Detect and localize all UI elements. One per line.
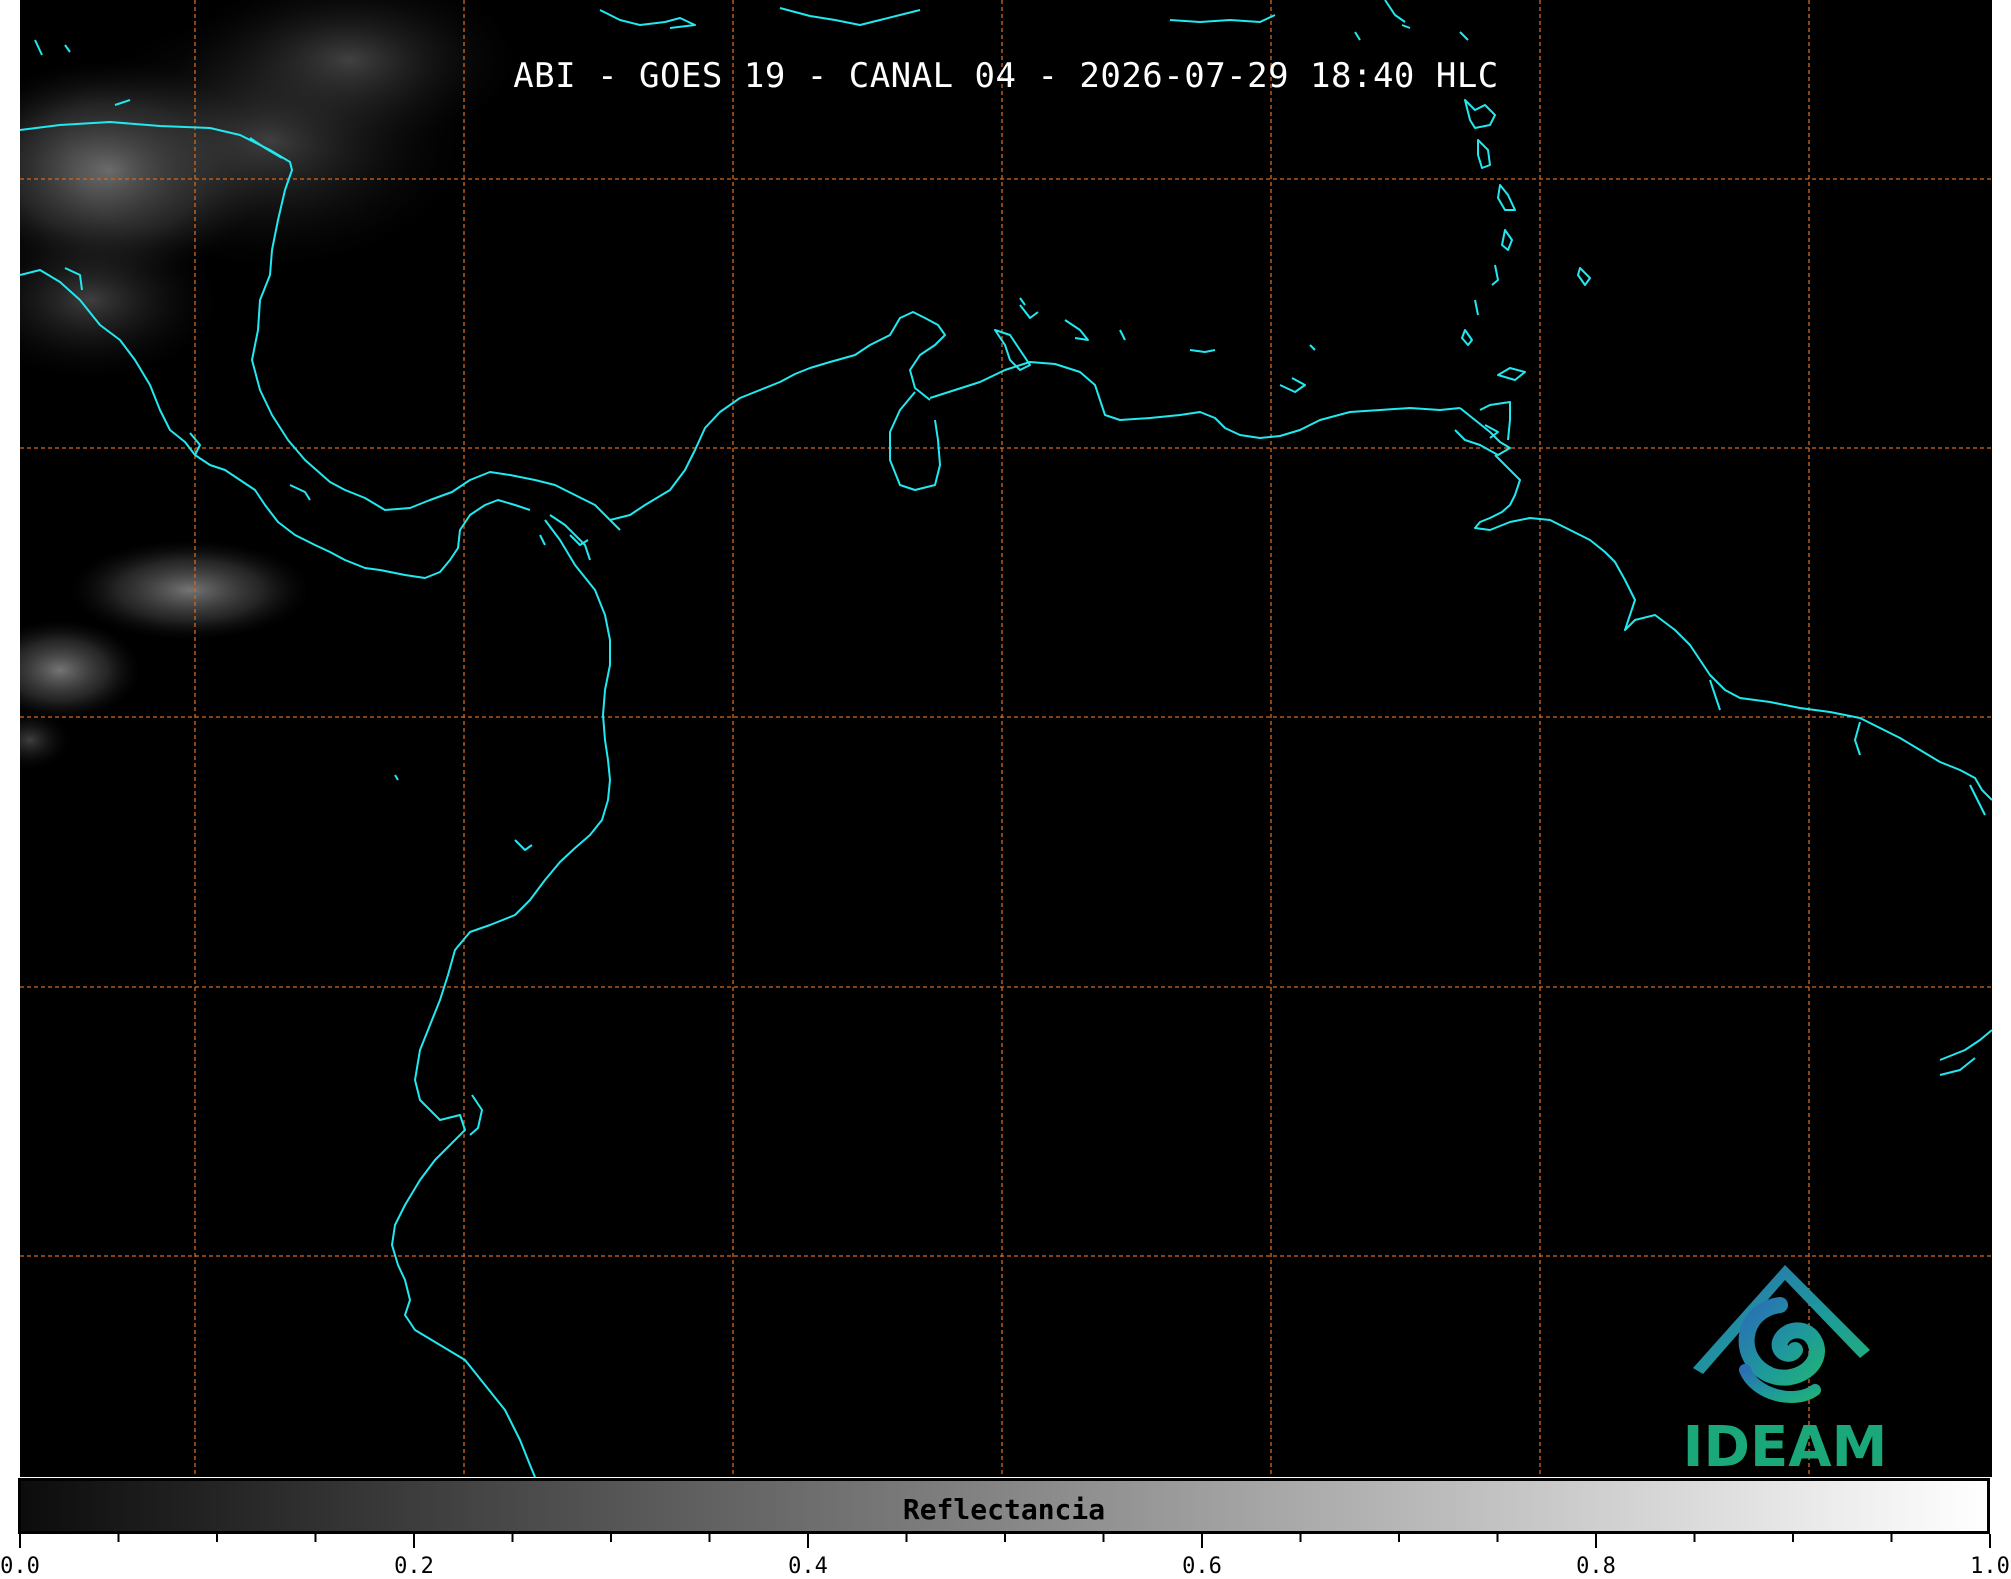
colorbar-tick-label: 0.0 bbox=[0, 1554, 40, 1579]
ideam-logo: IDEAM bbox=[1665, 1250, 1905, 1477]
colorbar-tick-label: 0.8 bbox=[1576, 1554, 1616, 1579]
colorbar-tick-label: 0.6 bbox=[1182, 1554, 1222, 1579]
ideam-logo-text: IDEAM bbox=[1682, 1415, 1888, 1477]
satellite-map: ABI - GOES 19 - CANAL 04 - 2026-07-29 18… bbox=[20, 0, 1992, 1477]
colorbar-ticks bbox=[19, 1534, 1991, 1548]
colorbar-label: Reflectancia bbox=[902, 1493, 1106, 1526]
colorbar: Reflectancia bbox=[18, 1478, 1990, 1534]
colorbar-tick-label: 1.0 bbox=[1970, 1554, 2010, 1579]
cloud-layer bbox=[20, 0, 520, 770]
map-title: ABI - GOES 19 - CANAL 04 - 2026-07-29 18… bbox=[513, 56, 1499, 96]
colorbar-tick-label: 0.2 bbox=[394, 1554, 434, 1579]
ideam-mark-icon bbox=[1693, 1265, 1870, 1404]
colorbar-tick-label: 0.4 bbox=[788, 1554, 828, 1579]
